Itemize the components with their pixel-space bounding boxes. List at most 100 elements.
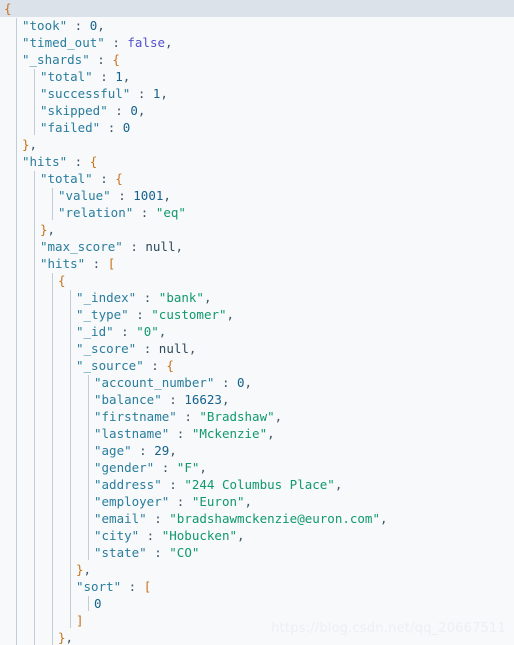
token-k: "_index"	[76, 290, 137, 305]
token-p: :	[122, 239, 146, 254]
code-line[interactable]: "skipped" : 0,	[0, 102, 514, 119]
token-p: ,	[65, 630, 74, 645]
token-p: :	[128, 307, 152, 322]
token-p: :	[67, 18, 90, 33]
code-line[interactable]: "total" : {	[0, 170, 514, 187]
code-line[interactable]: "gender" : "F",	[0, 459, 514, 476]
code-line[interactable]: "took" : 0,	[0, 17, 514, 34]
token-n: 0	[237, 375, 245, 390]
code-line[interactable]: {	[0, 0, 514, 17]
code-line[interactable]: "_id" : "0",	[0, 323, 514, 340]
token-n: 1001	[133, 188, 164, 203]
code-line[interactable]: "_score" : null,	[0, 340, 514, 357]
code-line[interactable]: },	[0, 561, 514, 578]
token-p: ,	[169, 443, 177, 458]
token-p: ,	[163, 188, 171, 203]
code-line[interactable]: "state" : "CO"	[0, 544, 514, 561]
token-p: :	[100, 120, 123, 135]
token-p: :	[136, 341, 159, 356]
token-k: "failed"	[40, 120, 101, 135]
token-br: {	[89, 154, 98, 169]
token-br: }	[76, 562, 84, 577]
token-p: :	[113, 324, 137, 339]
code-line[interactable]: "address" : "244 Columbus Place",	[0, 476, 514, 493]
code-line[interactable]: "city" : "Hobucken",	[0, 527, 514, 544]
token-n: 0	[130, 103, 138, 118]
token-k: "employer"	[94, 494, 170, 509]
token-k: "sort"	[76, 579, 122, 594]
code-line[interactable]: "successful" : 1,	[0, 85, 514, 102]
code-content[interactable]: {"took" : 0, "timed_out" : false, "_shards…	[0, 0, 514, 645]
token-p: :	[161, 392, 185, 407]
token-br: }	[58, 630, 66, 645]
token-p: ,	[199, 460, 207, 475]
token-p: :	[85, 256, 108, 271]
code-line[interactable]: "timed_out" : false,	[0, 34, 514, 51]
code-line[interactable]: "sort" : [	[0, 578, 514, 595]
code-line[interactable]: "failed" : 0	[0, 119, 514, 136]
code-line[interactable]: "_type" : "customer",	[0, 306, 514, 323]
token-br: }	[22, 137, 30, 152]
token-p: :	[161, 477, 185, 492]
token-s: "F"	[176, 460, 200, 475]
token-s: "0"	[136, 324, 159, 339]
token-p: ,	[47, 222, 56, 237]
watermark-text: https://blog.csdn.net/qq_20667511	[271, 621, 506, 636]
token-n: 16623	[184, 392, 222, 407]
token-br: {	[4, 1, 12, 16]
token-p: ,	[237, 528, 245, 543]
token-p: ,	[203, 290, 212, 305]
token-br: {	[58, 273, 66, 288]
token-br: ]	[76, 613, 84, 628]
code-line[interactable]: "hits" : {	[0, 153, 514, 170]
token-p: ,	[244, 494, 253, 509]
token-k: "timed_out"	[22, 35, 105, 50]
code-line[interactable]: "lastname" : "Mckenzie",	[0, 425, 514, 442]
code-line[interactable]: "_shards" : {	[0, 51, 514, 68]
code-line[interactable]: },	[0, 136, 514, 153]
token-br: {	[112, 52, 120, 67]
code-line[interactable]: "employer" : "Euron",	[0, 493, 514, 510]
token-p: :	[89, 52, 113, 67]
token-p: :	[92, 171, 116, 186]
code-line[interactable]: "max_score" : null,	[0, 238, 514, 255]
code-line[interactable]: "account_number" : 0,	[0, 374, 514, 391]
code-line[interactable]: "email" : "bradshawmckenzie@euron.com",	[0, 510, 514, 527]
token-p: ,	[137, 103, 146, 118]
token-n: 1	[115, 69, 123, 84]
json-response-viewer[interactable]: {"took" : 0, "timed_out" : false, "_shards…	[0, 0, 514, 645]
code-line[interactable]: "value" : 1001,	[0, 187, 514, 204]
code-line[interactable]: 0	[0, 595, 514, 612]
token-p: ,	[274, 409, 283, 424]
token-p: ,	[175, 239, 184, 254]
token-s: "Bradshaw"	[199, 409, 275, 424]
code-line[interactable]: },	[0, 221, 514, 238]
token-p: :	[214, 375, 237, 390]
token-k: "age"	[94, 443, 132, 458]
code-line[interactable]: "age" : 29,	[0, 442, 514, 459]
token-p: :	[104, 35, 128, 50]
code-line[interactable]: "firstname" : "Bradshaw",	[0, 408, 514, 425]
token-k: "balance"	[94, 392, 162, 407]
code-line[interactable]: "_source" : {	[0, 357, 514, 374]
token-k: "city"	[94, 528, 140, 543]
token-s: "eq"	[155, 205, 186, 220]
token-k: "account_number"	[94, 375, 215, 390]
token-k: "state"	[94, 545, 147, 560]
token-p: ,	[165, 35, 173, 50]
token-k: "value"	[58, 188, 111, 203]
token-s: "CO"	[169, 545, 200, 560]
code-line[interactable]: "total" : 1,	[0, 68, 514, 85]
code-line[interactable]: "balance" : 16623,	[0, 391, 514, 408]
token-p: ,	[267, 426, 275, 441]
code-line[interactable]: "relation" : "eq"	[0, 204, 514, 221]
token-k: "hits"	[22, 154, 68, 169]
token-k: "email"	[94, 511, 147, 526]
token-n: 0	[94, 596, 102, 611]
token-p: ,	[83, 562, 92, 577]
code-line[interactable]: {	[0, 272, 514, 289]
code-line[interactable]: "_index" : "bank",	[0, 289, 514, 306]
code-line[interactable]: "hits" : [	[0, 255, 514, 272]
token-s: "Hobucken"	[161, 528, 237, 543]
token-k: "skipped"	[40, 103, 108, 118]
